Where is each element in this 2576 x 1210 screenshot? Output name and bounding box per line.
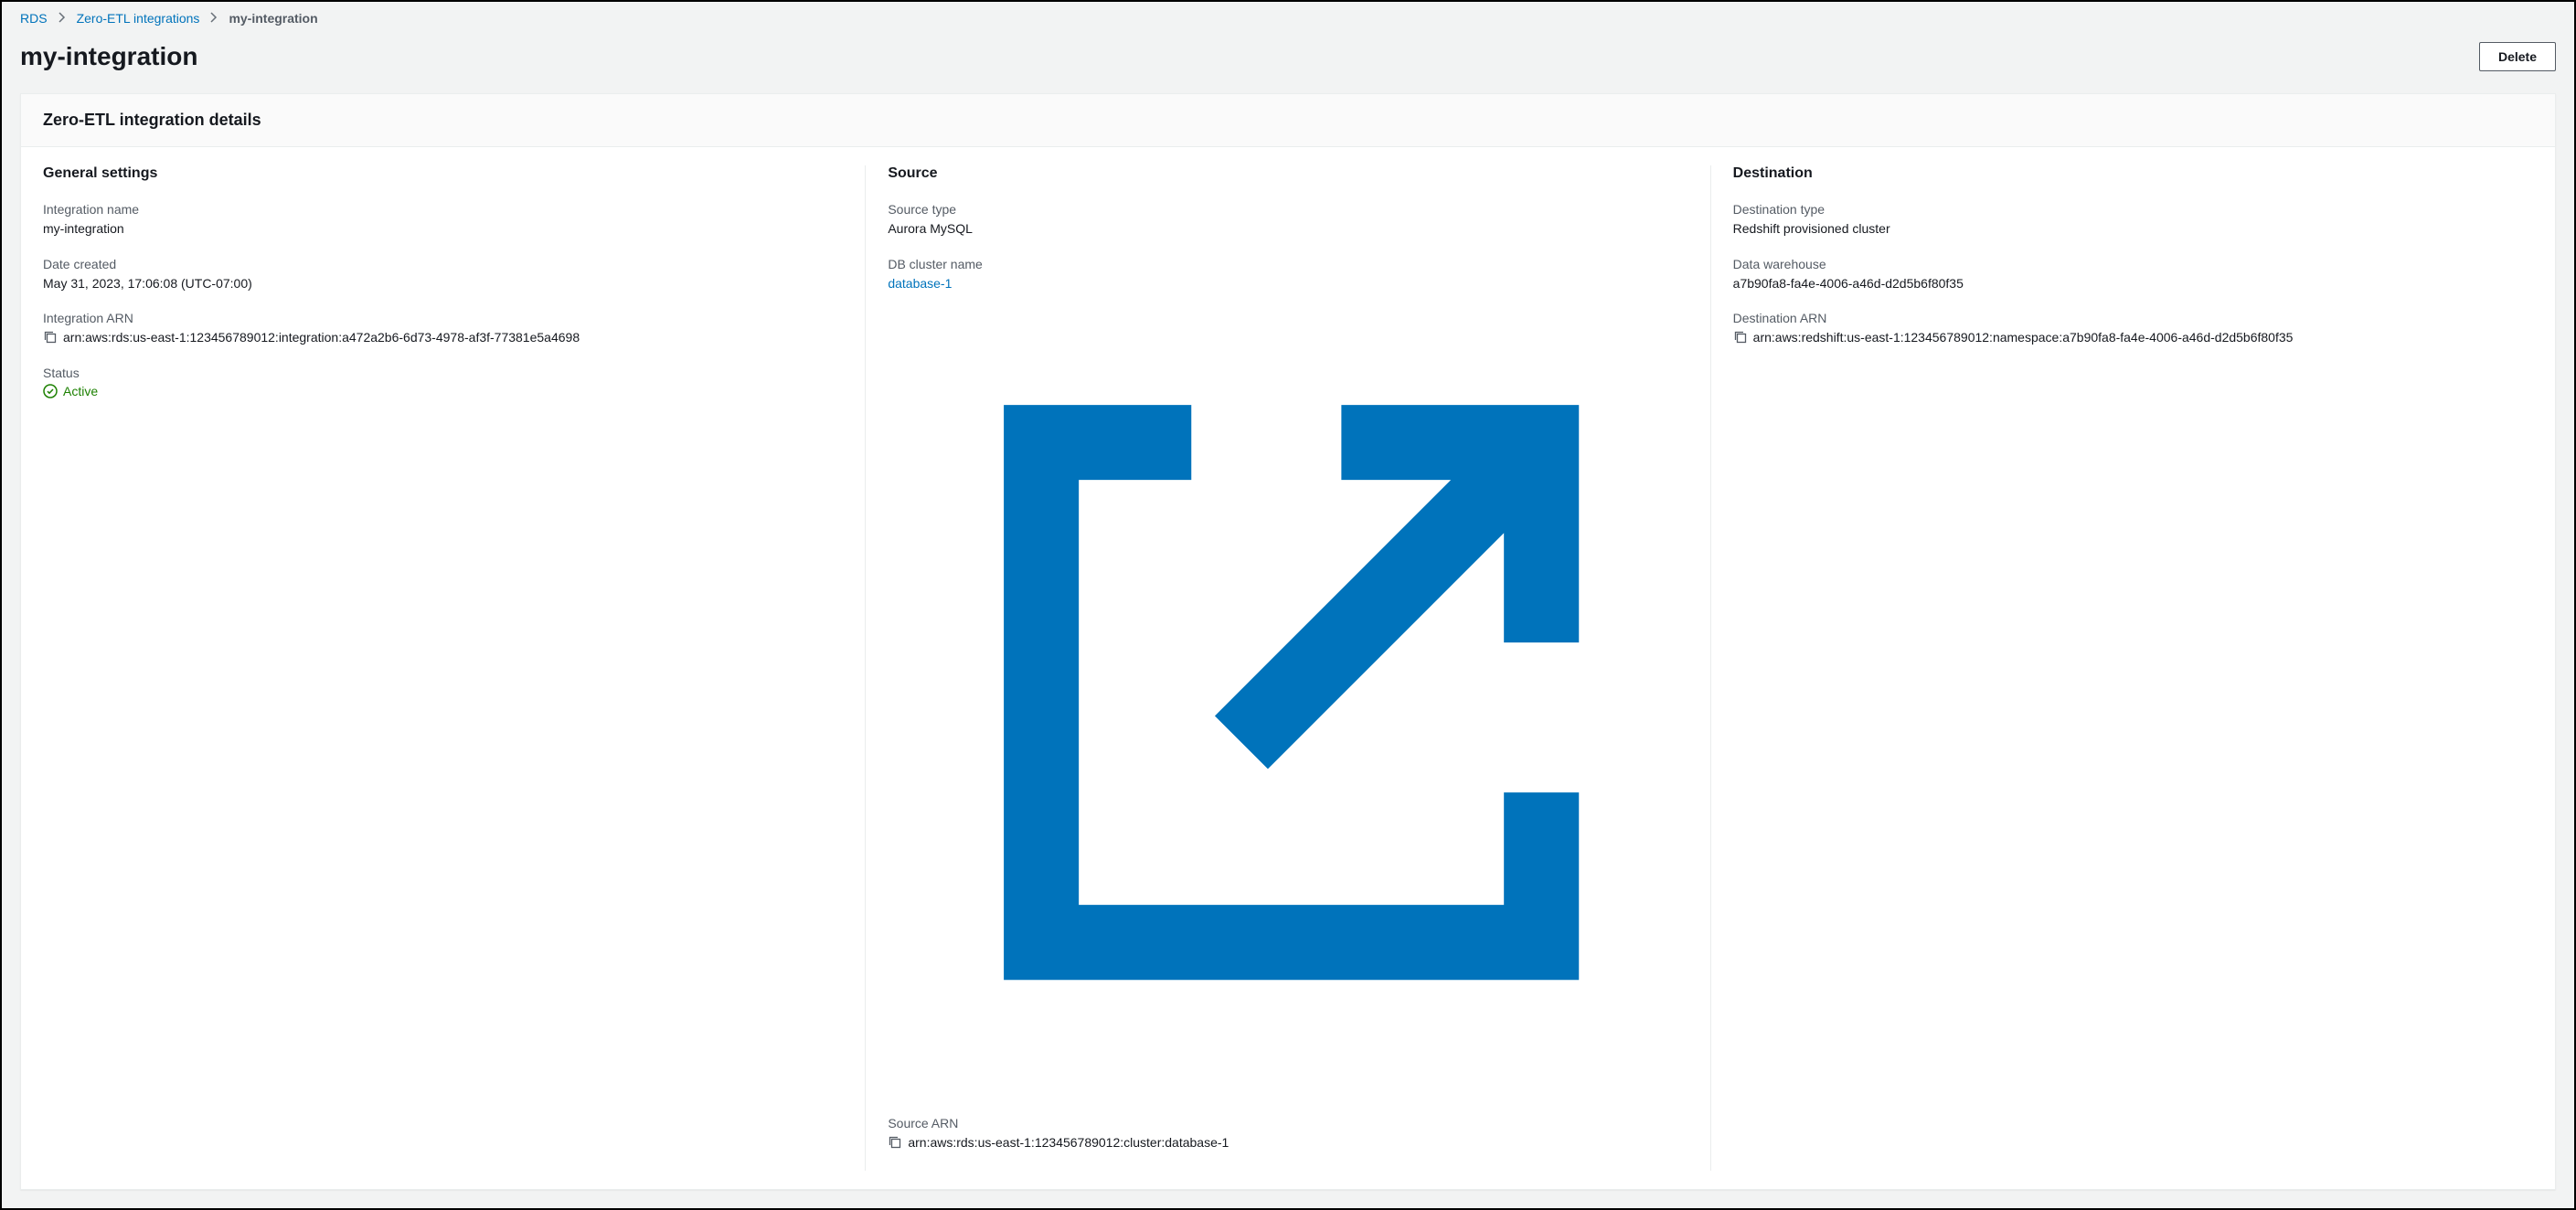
warehouse-label: Data warehouse	[1733, 257, 2533, 271]
page-title: my-integration	[20, 42, 197, 71]
copy-icon[interactable]	[1733, 330, 1748, 345]
cluster-name-value: database-1	[888, 276, 952, 291]
details-panel: Zero-ETL integration details General set…	[20, 93, 2556, 1190]
delete-button[interactable]: Delete	[2479, 42, 2556, 71]
destination-heading: Destination	[1733, 165, 2533, 182]
integration-arn-label: Integration ARN	[43, 311, 843, 325]
breadcrumb-link-integrations[interactable]: Zero-ETL integrations	[77, 11, 200, 26]
dest-type-label: Destination type	[1733, 202, 2533, 217]
copy-icon[interactable]	[888, 1135, 902, 1150]
source-type-label: Source type	[888, 202, 1687, 217]
copy-icon[interactable]	[43, 330, 58, 345]
breadcrumb-current: my-integration	[229, 11, 317, 26]
source-heading: Source	[888, 165, 1687, 182]
date-created-label: Date created	[43, 257, 843, 271]
source-arn-value: arn:aws:rds:us-east-1:123456789012:clust…	[908, 1134, 1229, 1152]
field-warehouse: Data warehouse a7b90fa8-fa4e-4006-a46d-d…	[1733, 257, 2533, 293]
dest-type-value: Redshift provisioned cluster	[1733, 220, 2533, 239]
external-link-icon	[891, 1081, 1691, 1096]
panel-header: Zero-ETL integration details	[21, 94, 2555, 147]
general-heading: General settings	[43, 165, 843, 182]
dest-arn-value: arn:aws:redshift:us-east-1:123456789012:…	[1753, 329, 2294, 347]
field-dest-arn: Destination ARN arn:aws:redshift:us-east…	[1733, 311, 2533, 347]
cluster-name-label: DB cluster name	[888, 257, 1687, 271]
breadcrumb-link-rds[interactable]: RDS	[20, 11, 48, 26]
status-value: Active	[63, 384, 98, 398]
field-cluster-name: DB cluster name database-1	[888, 257, 1687, 1099]
date-created-value: May 31, 2023, 17:06:08 (UTC-07:00)	[43, 275, 843, 293]
source-column: Source Source type Aurora MySQL DB clust…	[865, 165, 1709, 1171]
field-dest-type: Destination type Redshift provisioned cl…	[1733, 202, 2533, 239]
panel-title: Zero-ETL integration details	[43, 111, 2533, 130]
field-date-created: Date created May 31, 2023, 17:06:08 (UTC…	[43, 257, 843, 293]
field-source-type: Source type Aurora MySQL	[888, 202, 1687, 239]
status-label: Status	[43, 366, 843, 380]
check-circle-icon	[43, 384, 58, 398]
field-integration-arn: Integration ARN arn:aws:rds:us-east-1:12…	[43, 311, 843, 347]
destination-column: Destination Destination type Redshift pr…	[1710, 165, 2555, 1171]
field-source-arn: Source ARN arn:aws:rds:us-east-1:1234567…	[888, 1116, 1687, 1152]
general-settings-column: General settings Integration name my-int…	[21, 165, 865, 1171]
field-integration-name: Integration name my-integration	[43, 202, 843, 239]
breadcrumb: RDS Zero-ETL integrations my-integration	[20, 2, 2556, 31]
chevron-right-icon	[59, 11, 66, 26]
integration-name-value: my-integration	[43, 220, 843, 239]
source-arn-label: Source ARN	[888, 1116, 1687, 1130]
source-type-value: Aurora MySQL	[888, 220, 1687, 239]
warehouse-value: a7b90fa8-fa4e-4006-a46d-d2d5b6f80f35	[1733, 275, 2533, 293]
field-status: Status Active	[43, 366, 843, 398]
page-header: my-integration Delete	[20, 31, 2556, 93]
chevron-right-icon	[210, 11, 218, 26]
cluster-link[interactable]: database-1	[888, 276, 1691, 1094]
integration-arn-value: arn:aws:rds:us-east-1:123456789012:integ…	[63, 329, 580, 347]
dest-arn-label: Destination ARN	[1733, 311, 2533, 325]
integration-name-label: Integration name	[43, 202, 843, 217]
